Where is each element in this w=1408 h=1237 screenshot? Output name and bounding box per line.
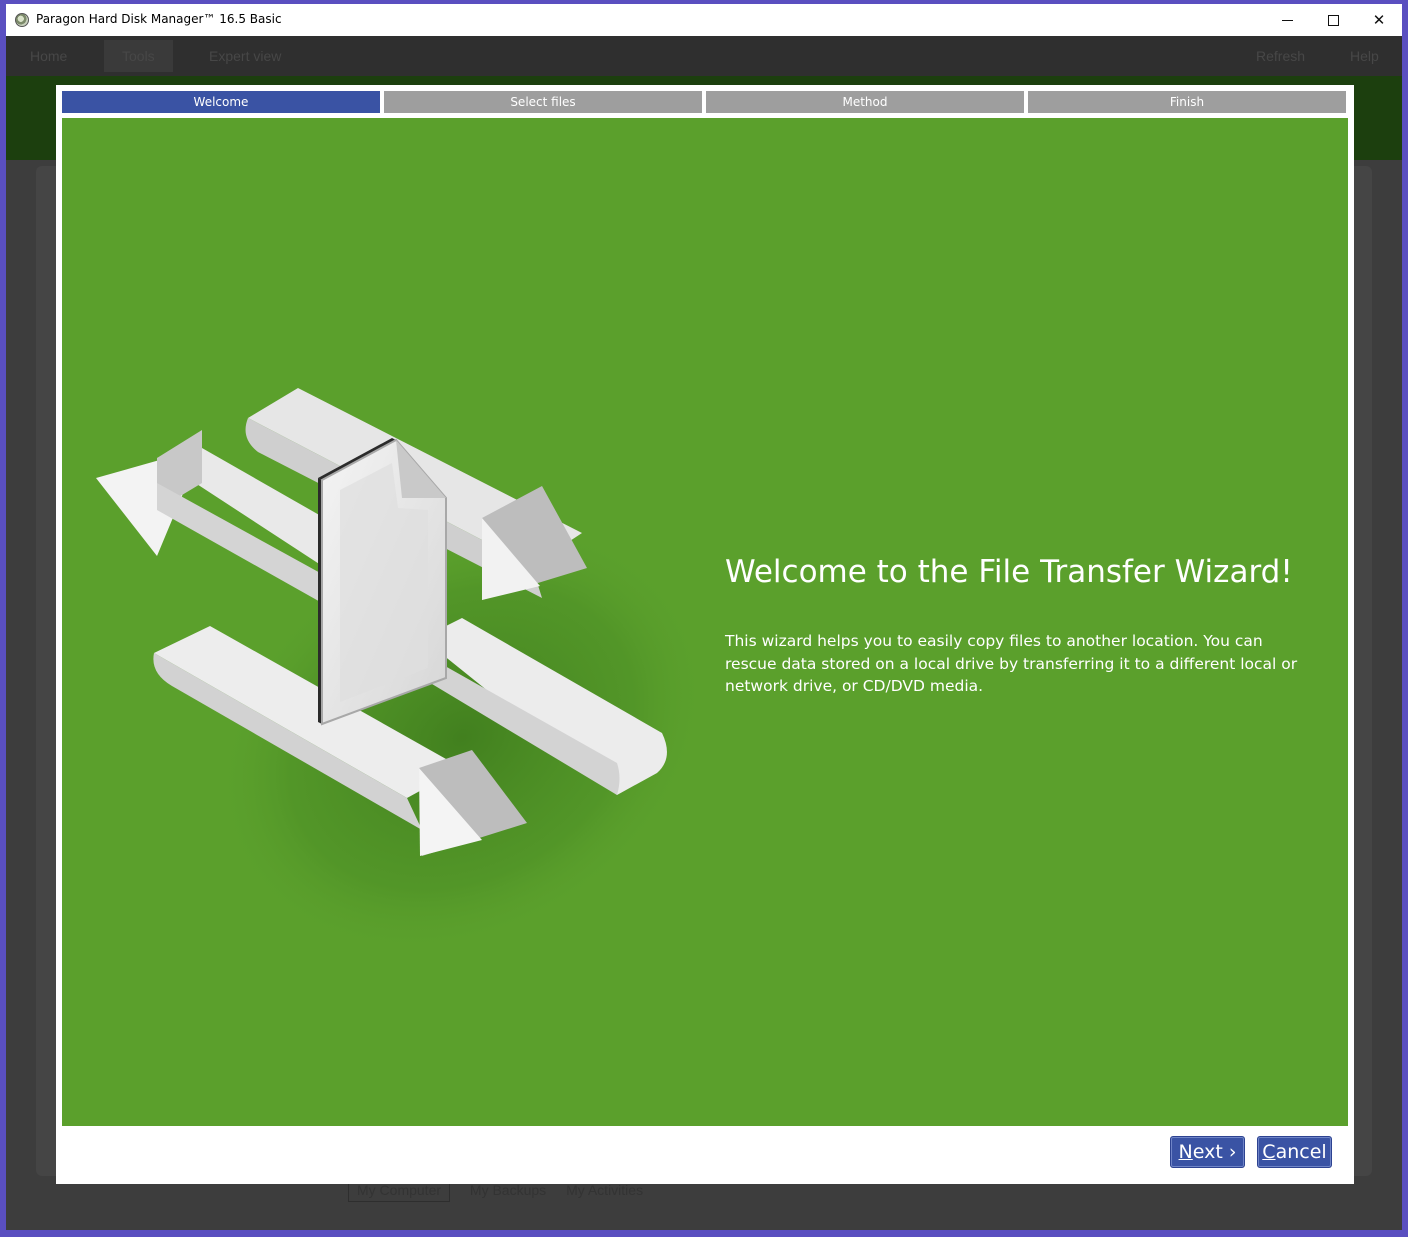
wizard-steps: Welcome Select files Method Finish (62, 91, 1348, 113)
background-toolbar: Home Tools Expert view Refresh Help (6, 36, 1402, 76)
close-icon[interactable]: ✕ (1356, 4, 1402, 36)
background-bottom-tabs: My Computer My Backups My Activities (348, 1178, 659, 1202)
cancel-mnemonic: C (1262, 1141, 1276, 1163)
next-button[interactable]: Next › (1170, 1136, 1245, 1168)
step-welcome: Welcome (62, 91, 380, 113)
tab-expert-view: Expert view (209, 48, 282, 64)
file-transfer-illustration (96, 388, 709, 955)
bottom-tab-my-activities: My Activities (566, 1182, 644, 1198)
step-select-files: Select files (384, 91, 702, 113)
bottom-tab-my-backups: My Backups (469, 1182, 547, 1198)
refresh-action: Refresh (1256, 48, 1306, 64)
help-action: Help (1350, 48, 1379, 64)
step-finish: Finish (1028, 91, 1346, 113)
minimize-icon[interactable] (1264, 4, 1310, 36)
wizard-title: Welcome to the File Transfer Wizard! (725, 554, 1293, 590)
tab-home: Home (30, 48, 68, 64)
welcome-hero: Welcome to the File Transfer Wizard! Thi… (62, 118, 1348, 1126)
next-label: ext › (1192, 1141, 1237, 1163)
document-icon (318, 438, 447, 726)
file-transfer-wizard-dialog: Welcome Select files Method Finish Welco… (56, 85, 1354, 1184)
window-title: Paragon Hard Disk Manager™ 16.5 Basic (36, 12, 282, 26)
tab-tools: Tools (104, 40, 173, 72)
wizard-description: This wizard helps you to easily copy fil… (725, 632, 1298, 695)
step-method: Method (706, 91, 1024, 113)
cancel-label: ancel (1275, 1141, 1327, 1163)
title-bar[interactable]: Paragon Hard Disk Manager™ 16.5 Basic ✕ (6, 4, 1402, 36)
app-icon (15, 13, 29, 27)
cancel-button[interactable]: Cancel (1257, 1136, 1332, 1168)
next-mnemonic: N (1178, 1141, 1193, 1163)
maximize-icon[interactable] (1310, 4, 1356, 36)
